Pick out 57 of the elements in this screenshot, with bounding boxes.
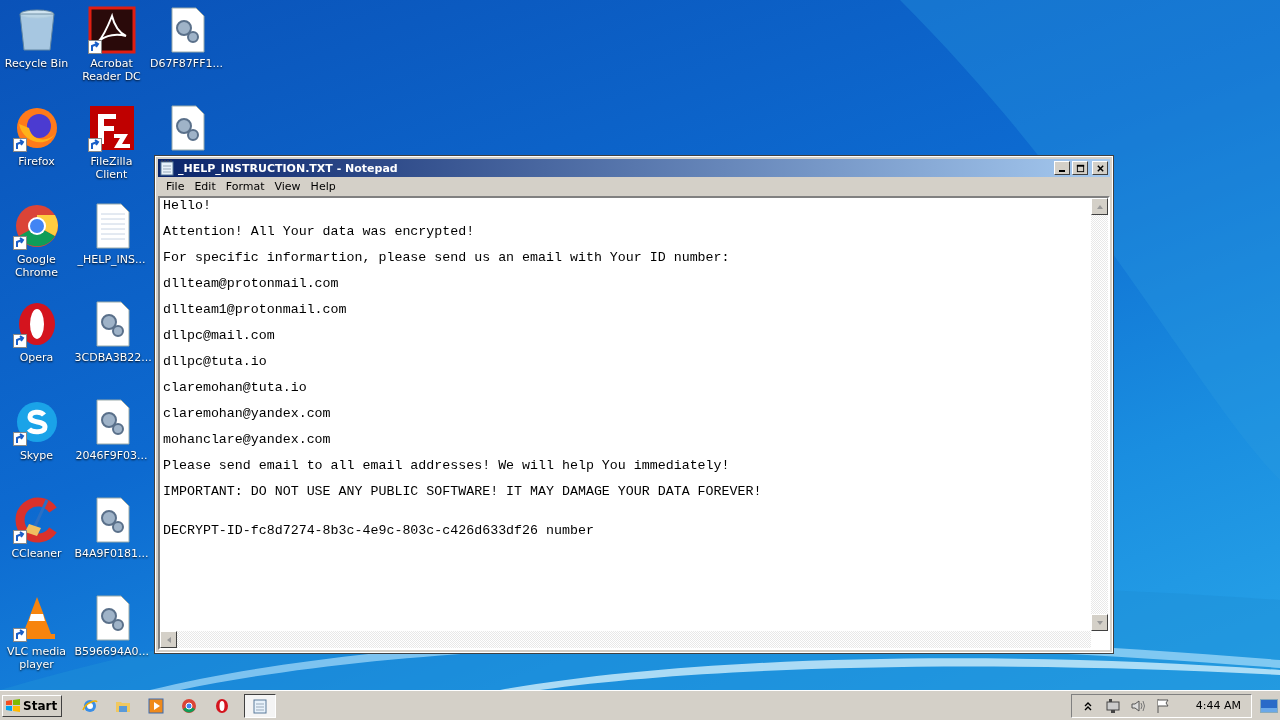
flag-icon[interactable]: [1154, 697, 1171, 714]
clock[interactable]: 4:44 AM: [1195, 699, 1241, 712]
show-desktop-icon[interactable]: [1260, 698, 1278, 713]
icon-label[interactable]: 3CDBA3B22...: [74, 351, 149, 364]
network-icon[interactable]: [1104, 697, 1121, 714]
icon-label[interactable]: D67F87FF1...: [149, 57, 224, 70]
maximize-icon: [1075, 163, 1085, 173]
text-line: Hello!: [163, 198, 212, 214]
close-button[interactable]: [1092, 161, 1108, 175]
minimize-button[interactable]: [1054, 161, 1070, 175]
menu-item[interactable]: View: [269, 180, 306, 193]
icon-label[interactable]: B4A9F0181...: [74, 547, 149, 560]
icon-label[interactable]: VLC media player: [0, 645, 74, 671]
start-button[interactable]: Start: [2, 694, 63, 717]
internet-explorer-icon[interactable]: [82, 697, 99, 714]
icon-label[interactable]: B596694A0...: [74, 645, 149, 658]
icon-label[interactable]: _HELP_INS...: [74, 253, 149, 266]
menu-item[interactable]: Help: [305, 180, 341, 193]
icon-label[interactable]: Google Chrome: [0, 253, 74, 279]
icon-label[interactable]: Skype: [0, 449, 74, 462]
text-line: claremohan@tuta.io: [163, 380, 308, 396]
notepad-icon: [253, 697, 268, 714]
close-icon: [1095, 163, 1105, 173]
text-line: claremohan@yandex.com: [163, 406, 332, 422]
taskbar-button[interactable]: [244, 693, 277, 718]
acrobat-logo-icon[interactable]: [87, 6, 136, 54]
icon-label[interactable]: Acrobat Reader DC: [74, 57, 149, 83]
minimize-icon: [1059, 169, 1065, 172]
speaker-icon[interactable]: [1129, 697, 1146, 714]
text-line: For specific informartion, please send us an email with Your ID number:: [163, 250, 731, 266]
notepad-icon: [160, 160, 174, 176]
window-title: _HELP_INSTRUCTION.TXT - Notepad: [178, 161, 398, 175]
icon-label[interactable]: CCleaner: [0, 547, 74, 560]
menu-item[interactable]: Format: [220, 180, 270, 193]
text-line: dllteam1@protonmail.com: [163, 302, 348, 318]
icon-label[interactable]: FileZilla Client: [74, 155, 149, 181]
text-line: dllteam@protonmail.com: [163, 276, 340, 292]
text-line: dllpc@mail.com: [163, 328, 276, 344]
icon-label[interactable]: 2046F9F03...: [74, 449, 149, 462]
opera-logo-icon[interactable]: [214, 697, 231, 714]
windows-logo-icon: [5, 697, 21, 714]
horizontal-scrollbar[interactable]: [160, 631, 1091, 648]
filezilla-logo-icon[interactable]: [87, 104, 136, 152]
text-line: Please send email to all email addresses! We will help You immediately!: [163, 458, 731, 474]
text-line: mohanclare@yandex.com: [163, 432, 332, 448]
menu-item[interactable]: Edit: [189, 180, 221, 193]
icon-label[interactable]: Opera: [0, 351, 74, 364]
text-line: IMPORTANT: DO NOT USE ANY PUBLIC SOFTWARE! IT MAY DAMAGE YOUR DATA FOREVER!: [163, 484, 763, 500]
maximize-button[interactable]: [1072, 161, 1088, 175]
chrome-logo-icon[interactable]: [181, 697, 198, 714]
icon-label[interactable]: Firefox: [0, 155, 74, 168]
icon-label[interactable]: Recycle Bin: [0, 57, 74, 70]
text-line: dllpc@tuta.io: [163, 354, 268, 370]
play-icon[interactable]: [148, 697, 165, 714]
text-line: DECRYPT-ID-fc8d7274-8b3c-4e9c-803c-c426d633df26 number: [163, 522, 595, 539]
menu-item[interactable]: File: [161, 180, 190, 193]
text-line: Attention! All Your data was encrypted!: [163, 224, 476, 240]
